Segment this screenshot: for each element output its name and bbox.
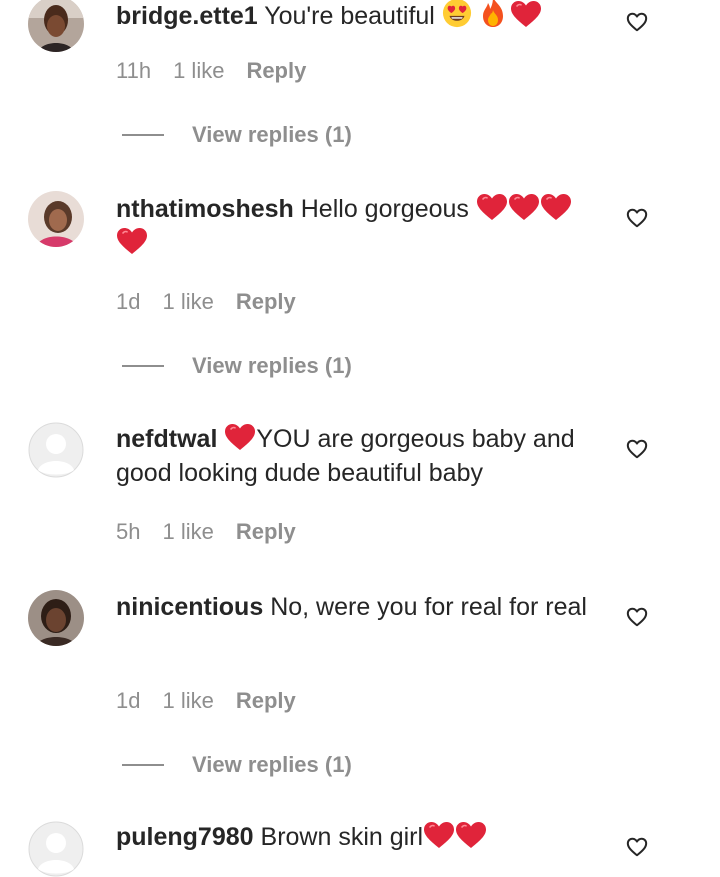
avatar[interactable]: [28, 590, 84, 646]
comment-username[interactable]: puleng7980: [116, 823, 254, 851]
comment-username[interactable]: bridge.ette1: [116, 2, 258, 30]
heart-outline-icon[interactable]: [626, 207, 648, 229]
red-heart-emoji: [116, 227, 148, 255]
red-heart-emoji: [455, 821, 487, 849]
comment-meta: 5h 1 like Reply: [116, 519, 296, 545]
view-replies-button[interactable]: View replies (1): [122, 752, 352, 778]
comment-text: No, were you for real for real: [270, 593, 587, 621]
red-heart-emoji: [476, 193, 508, 221]
comment-meta: 11h 1 like Reply: [116, 58, 306, 84]
comment-text: Hello gorgeous: [300, 195, 469, 223]
fire-emoji: [479, 0, 507, 28]
red-heart-emoji: [540, 193, 572, 221]
red-heart-emoji: [224, 423, 256, 451]
avatar-placeholder[interactable]: [28, 821, 84, 877]
heart-outline-icon[interactable]: [626, 11, 648, 33]
avatar-placeholder[interactable]: [28, 422, 84, 478]
comment-time: 1d: [116, 688, 141, 713]
view-replies-label: View replies (1): [192, 752, 352, 777]
divider-line: [122, 764, 164, 766]
divider-line: [122, 365, 164, 367]
comment-body: ninicentious No, were you for real for r…: [116, 590, 606, 624]
heart-outline-icon[interactable]: [626, 606, 648, 628]
heart-outline-icon[interactable]: [626, 836, 648, 858]
red-heart-emoji: [508, 193, 540, 221]
comment-time: 5h: [116, 519, 141, 544]
comment-time: 1d: [116, 289, 141, 314]
view-replies-button[interactable]: View replies (1): [122, 122, 352, 148]
red-heart-emoji: [510, 0, 542, 28]
view-replies-button[interactable]: View replies (1): [122, 353, 352, 379]
avatar[interactable]: [28, 0, 84, 52]
comment-username[interactable]: ninicentious: [116, 593, 263, 621]
comment-username[interactable]: nthatimoshesh: [116, 195, 294, 223]
view-replies-label: View replies (1): [192, 122, 352, 147]
comment-text: You're beautiful: [264, 2, 435, 30]
comment-likes[interactable]: 1 like: [173, 58, 224, 84]
reply-button[interactable]: Reply: [236, 688, 296, 714]
comment-likes[interactable]: 1 like: [162, 688, 213, 714]
reply-button[interactable]: Reply: [236, 289, 296, 315]
comment-body: puleng7980 Brown skin girl: [116, 820, 606, 854]
comment-body: nthatimoshesh Hello gorgeous: [116, 192, 606, 260]
comment-text: Brown skin girl: [260, 823, 424, 851]
comment-username[interactable]: nefdtwal: [116, 425, 217, 453]
comment-likes[interactable]: 1 like: [162, 519, 213, 545]
view-replies-label: View replies (1): [192, 353, 352, 378]
red-heart-emoji: [423, 821, 455, 849]
comment-body: nefdtwal YOU are gorgeous baby and good …: [116, 422, 606, 490]
divider-line: [122, 134, 164, 136]
heart-eyes-emoji: [442, 0, 472, 28]
comment-meta: 1d 1 like Reply: [116, 688, 296, 714]
avatar[interactable]: [28, 191, 84, 247]
comment-body: bridge.ette1 You're beautiful: [116, 0, 606, 33]
comment-time: 11h: [116, 58, 152, 83]
comment-meta: 1d 1 like Reply: [116, 289, 296, 315]
heart-outline-icon[interactable]: [626, 438, 648, 460]
reply-button[interactable]: Reply: [246, 58, 306, 84]
reply-button[interactable]: Reply: [236, 519, 296, 545]
comment-likes[interactable]: 1 like: [162, 289, 213, 315]
